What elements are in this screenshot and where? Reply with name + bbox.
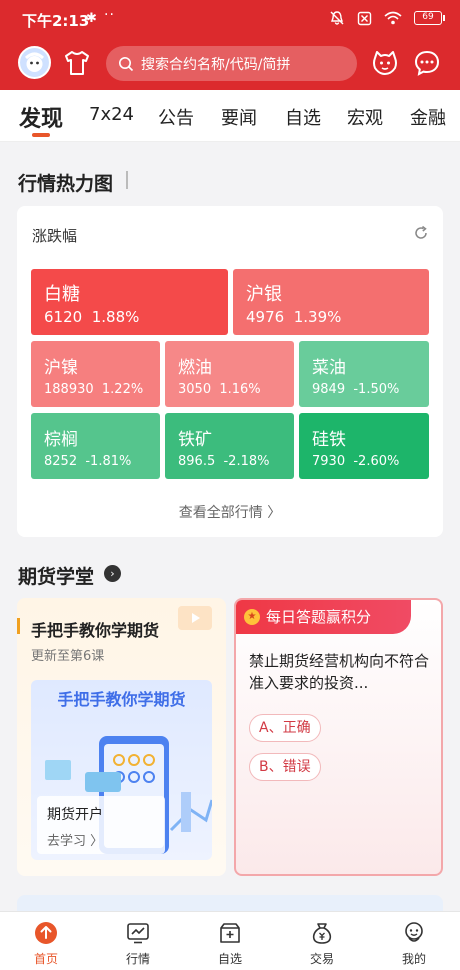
quiz-header: ★ 每日答题赢积分 bbox=[236, 600, 411, 634]
notification-dots: ·· bbox=[104, 7, 115, 23]
mute-icon bbox=[330, 11, 344, 25]
home-icon bbox=[35, 922, 57, 944]
view-all-quotes-link[interactable]: 查看全部行情 〉 bbox=[17, 502, 443, 522]
tile-name: 硅铁 bbox=[312, 430, 346, 450]
heatmap-metric-label: 涨跌幅 bbox=[32, 227, 78, 245]
wifi-icon bbox=[384, 11, 402, 25]
heatmap-section-title: 行情热力图 bbox=[18, 173, 114, 195]
app-header: 下午2:13 ✱ ·· 69 搜索合约名称/代码/简拼 bbox=[0, 0, 460, 90]
daily-quiz-card[interactable]: ★ 每日答题赢积分 禁止期货经营机构向不符合准入要求的投资... A、正确 B、… bbox=[234, 598, 443, 876]
lesson-box[interactable]: 期货开户 去学习 〉 bbox=[37, 796, 165, 854]
nav-profile[interactable]: 我的 bbox=[368, 912, 460, 970]
course-subtitle: 更新至第6课 bbox=[31, 649, 105, 664]
heat-tile-sugar[interactable]: 白糖 6120 1.88% bbox=[31, 269, 228, 335]
tile-value: 4976 1.39% bbox=[246, 308, 342, 326]
tab-announcements[interactable]: 公告 bbox=[158, 104, 194, 130]
course-card[interactable]: 手把手教你学期货 更新至第6课 手把手教你学期货 期货开户 去学习 〉 bbox=[17, 598, 226, 876]
tile-value: 6120 1.88% bbox=[44, 308, 140, 326]
chevron-right-icon[interactable]: › bbox=[104, 565, 121, 582]
tile-name: 燃油 bbox=[178, 358, 212, 378]
heat-tile-fuel-oil[interactable]: 燃油 3050 1.16% bbox=[165, 341, 294, 407]
quiz-question: 禁止期货经营机构向不符合准入要求的投资... bbox=[249, 652, 430, 692]
quiz-header-label: 每日答题赢积分 bbox=[266, 608, 372, 626]
bluetooth-icon: ✱ bbox=[86, 11, 97, 26]
status-right: 69 bbox=[329, 10, 445, 26]
nav-quotes[interactable]: 行情 bbox=[92, 912, 184, 970]
search-placeholder: 搜索合约名称/代码/简拼 bbox=[141, 56, 291, 73]
tab-watchlist[interactable]: 自选 bbox=[285, 104, 321, 130]
course-banner: 手把手教你学期货 期货开户 去学习 〉 bbox=[31, 680, 212, 860]
tab-7x24[interactable]: 7x24 bbox=[89, 104, 134, 125]
course-title: 手把手教你学期货 bbox=[31, 621, 160, 640]
tab-macro[interactable]: 宏观 bbox=[347, 104, 383, 130]
bottom-nav: 首页 行情 自选 交易 我的 bbox=[0, 911, 460, 970]
search-input[interactable]: 搜索合约名称/代码/简拼 bbox=[106, 46, 357, 81]
chart-icon bbox=[127, 923, 149, 944]
status-bar: 下午2:13 ✱ ·· 69 bbox=[0, 0, 460, 38]
heat-tile-palm-oil[interactable]: 棕榈 8252 -1.81% bbox=[31, 413, 160, 479]
nav-label: 行情 bbox=[125, 952, 150, 966]
tile-name: 沪银 bbox=[246, 284, 282, 305]
tile-value: 7930 -2.60% bbox=[312, 454, 400, 469]
title-accent-bar bbox=[17, 618, 20, 634]
quiz-option-b[interactable]: B、错误 bbox=[249, 753, 321, 781]
school-section-title: 期货学堂 bbox=[18, 566, 95, 588]
nav-home[interactable]: 首页 bbox=[0, 912, 92, 970]
trade-bag-icon bbox=[312, 923, 332, 944]
heat-tile-silver[interactable]: 沪银 4976 1.39% bbox=[233, 269, 429, 335]
news-tabs: 发现 7x24 公告 要闻 自选 宏观 金融 bbox=[0, 90, 460, 142]
lesson-title: 期货开户 bbox=[47, 807, 103, 823]
star-badge-icon: ★ bbox=[244, 609, 260, 625]
title-divider bbox=[126, 171, 128, 189]
tile-name: 棕榈 bbox=[44, 430, 78, 450]
watchlist-icon bbox=[220, 923, 240, 943]
nav-label: 我的 bbox=[401, 952, 426, 966]
refresh-icon[interactable] bbox=[413, 225, 429, 241]
tile-value: 3050 1.16% bbox=[178, 382, 261, 397]
tile-value: 9849 -1.50% bbox=[312, 382, 400, 397]
message-icon[interactable] bbox=[413, 49, 441, 77]
heat-tile-iron-ore[interactable]: 铁矿 896.5 -2.18% bbox=[165, 413, 294, 479]
mascot-icon[interactable] bbox=[371, 49, 399, 77]
status-time: 下午2:13 bbox=[22, 12, 90, 30]
tab-indicator bbox=[32, 133, 50, 137]
tile-value: 8252 -1.81% bbox=[44, 454, 132, 469]
sim-off-icon bbox=[357, 11, 372, 25]
avatar[interactable] bbox=[18, 46, 51, 79]
tile-name: 铁矿 bbox=[178, 430, 212, 450]
tab-finance[interactable]: 金融 bbox=[410, 104, 446, 130]
tab-headlines[interactable]: 要闻 bbox=[221, 104, 257, 130]
play-icon bbox=[178, 606, 212, 630]
quiz-option-a[interactable]: A、正确 bbox=[249, 714, 321, 742]
nav-watchlist[interactable]: 自选 bbox=[184, 912, 276, 970]
tile-name: 菜油 bbox=[312, 358, 346, 378]
tshirt-icon[interactable] bbox=[63, 50, 91, 76]
nav-label: 交易 bbox=[309, 952, 334, 966]
tile-name: 沪镍 bbox=[44, 358, 78, 378]
heat-tile-nickel[interactable]: 沪镍 188930 1.22% bbox=[31, 341, 160, 407]
tile-value: 896.5 -2.18% bbox=[178, 454, 270, 469]
heatmap-card: 涨跌幅 白糖 6120 1.88% 沪银 4976 1.39% 沪镍 18893… bbox=[17, 206, 443, 537]
nav-label: 自选 bbox=[217, 952, 242, 966]
profile-icon bbox=[405, 922, 423, 942]
heat-tile-rapeseed-oil[interactable]: 菜油 9849 -1.50% bbox=[299, 341, 429, 407]
heat-tile-ferrosilicon[interactable]: 硅铁 7930 -2.60% bbox=[299, 413, 429, 479]
nav-label: 首页 bbox=[33, 952, 58, 966]
battery-icon: 69 bbox=[414, 11, 445, 25]
nav-trade[interactable]: 交易 bbox=[276, 912, 368, 970]
tab-discover[interactable]: 发现 bbox=[19, 101, 63, 133]
go-learn-link[interactable]: 去学习 〉 bbox=[47, 830, 103, 849]
search-icon bbox=[119, 56, 134, 71]
tile-value: 188930 1.22% bbox=[44, 382, 144, 397]
tile-name: 白糖 bbox=[44, 284, 80, 305]
